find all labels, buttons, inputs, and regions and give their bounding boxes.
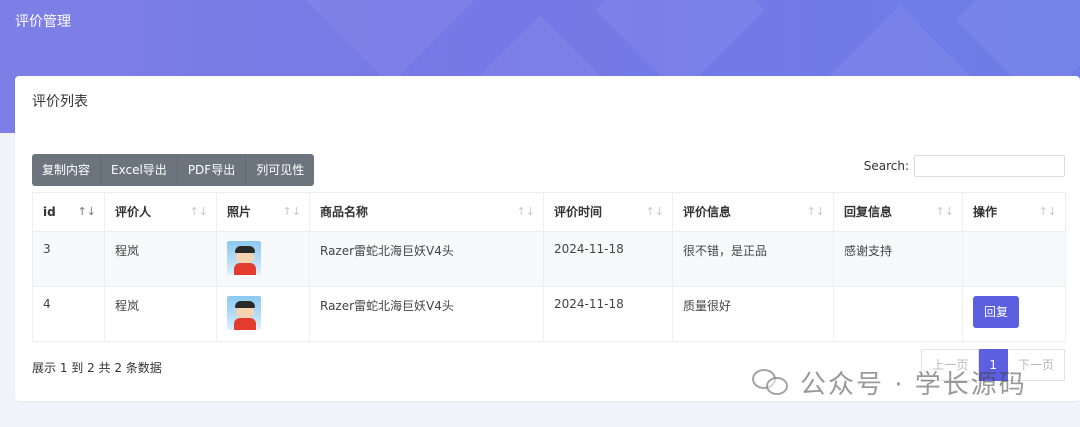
table-header-row: id ↑↓ 评价人 ↑↓ 照片 ↑↓ 商品名称 ↑↓ 评价时间 ↑↓ 评价信息 ↑↓ 回复信… — [32, 192, 1066, 232]
pdf-export-button[interactable]: PDF导出 — [177, 154, 247, 186]
column-header-time[interactable]: 评价时间 ↑↓ — [543, 192, 673, 232]
review-list-card: 评价列表 复制内容 Excel导出 PDF导出 列可见性 Search: id … — [15, 76, 1080, 401]
export-button-group: 复制内容 Excel导出 PDF导出 列可见性 — [32, 154, 315, 186]
cell-action — [962, 231, 1066, 287]
watermark: 公众号 · 学长源码 — [752, 362, 1027, 402]
cell-product: Razer雷蛇北海巨妖V4头 — [309, 286, 544, 342]
cell-reviewer: 程岚 — [104, 231, 217, 287]
cell-photo — [216, 286, 310, 342]
excel-export-button[interactable]: Excel导出 — [101, 154, 178, 186]
cell-time: 2024-11-18 — [543, 286, 673, 342]
search-input[interactable] — [914, 155, 1065, 177]
card-title: 评价列表 — [32, 94, 88, 110]
sort-icon: ↑↓ — [935, 205, 954, 218]
column-header-action[interactable]: 操作 ↑↓ — [962, 192, 1066, 232]
sort-icon: ↑↓ — [645, 205, 664, 218]
table-row: 3 程岚 Razer雷蛇北海巨妖V4头 2024-11-18 很不错，是正品 感… — [32, 231, 1066, 287]
sort-icon: ↑↓ — [516, 205, 535, 218]
cell-reply: 感谢支持 — [833, 231, 963, 287]
cell-action: 回复 — [962, 286, 1066, 342]
search-box: Search: — [864, 154, 1065, 178]
cell-review: 质量很好 — [672, 286, 834, 342]
cell-id: 4 — [32, 286, 105, 342]
column-visibility-button[interactable]: 列可见性 — [246, 154, 315, 186]
product-photo-image[interactable] — [227, 296, 261, 330]
sort-icon: ↑↓ — [189, 205, 208, 218]
cell-review: 很不错，是正品 — [672, 231, 834, 287]
cell-photo — [216, 231, 310, 287]
cell-product: Razer雷蛇北海巨妖V4头 — [309, 231, 544, 287]
column-header-id[interactable]: id ↑↓ — [32, 192, 105, 232]
column-header-reviewer[interactable]: 评价人 ↑↓ — [104, 192, 217, 232]
table-info: 展示 1 到 2 共 2 条数据 — [32, 361, 162, 375]
wechat-icon — [752, 367, 790, 397]
cell-reviewer: 程岚 — [104, 286, 217, 342]
review-table: id ↑↓ 评价人 ↑↓ 照片 ↑↓ 商品名称 ↑↓ 评价时间 ↑↓ 评价信息 ↑↓ 回复信… — [32, 192, 1066, 342]
column-header-photo[interactable]: 照片 ↑↓ — [216, 192, 310, 232]
table-row: 4 程岚 Razer雷蛇北海巨妖V4头 2024-11-18 质量很好 回复 — [32, 286, 1066, 342]
cell-reply — [833, 286, 963, 342]
sort-icon: ↑↓ — [1038, 205, 1057, 218]
sort-asc-icon: ↑↓ — [77, 205, 96, 218]
cell-id: 3 — [32, 231, 105, 287]
sort-icon: ↑↓ — [282, 205, 301, 218]
copy-button[interactable]: 复制内容 — [32, 154, 102, 186]
watermark-text: 公众号 · 学长源码 — [800, 369, 1027, 400]
product-photo-image[interactable] — [227, 241, 261, 275]
column-header-reply[interactable]: 回复信息 ↑↓ — [833, 192, 963, 232]
page-title: 评价管理 — [15, 14, 71, 30]
cell-time: 2024-11-18 — [543, 231, 673, 287]
search-label: Search: — [863, 159, 909, 173]
sort-icon: ↑↓ — [806, 205, 825, 218]
column-header-product[interactable]: 商品名称 ↑↓ — [309, 192, 544, 232]
reply-button[interactable]: 回复 — [973, 296, 1019, 328]
page: 评价管理 评价列表 复制内容 Excel导出 PDF导出 列可见性 Search… — [0, 0, 1080, 427]
column-header-review[interactable]: 评价信息 ↑↓ — [672, 192, 834, 232]
